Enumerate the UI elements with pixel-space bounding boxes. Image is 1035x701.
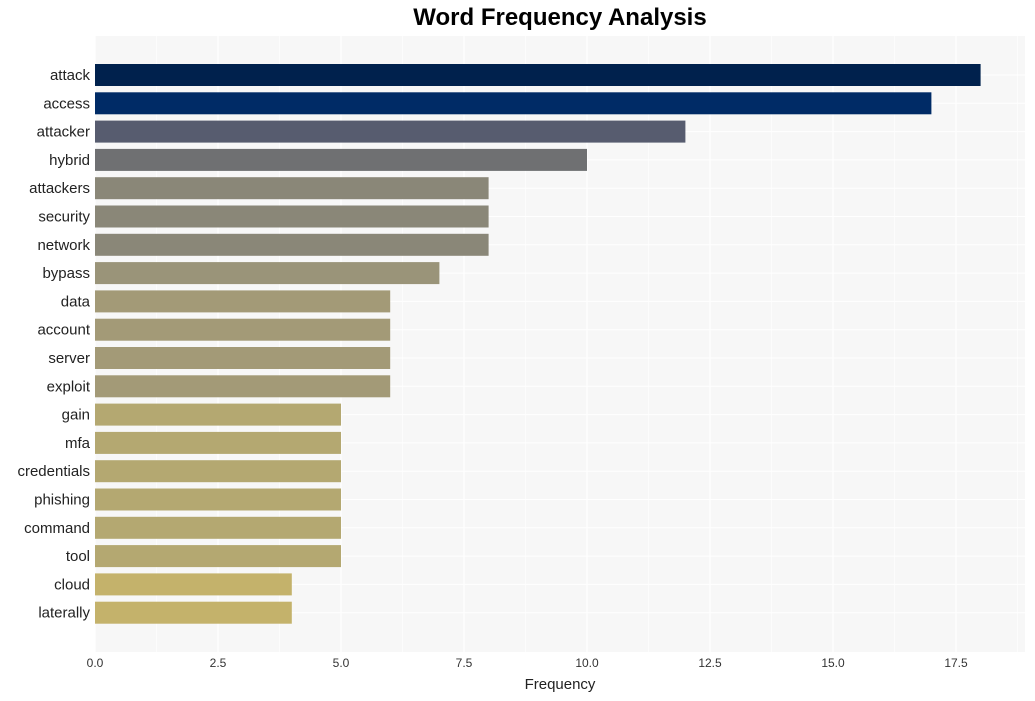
bar-phishing [95, 488, 341, 511]
category-label-account: account [37, 322, 90, 339]
bar-tool [95, 545, 341, 568]
category-label-gain: gain [62, 407, 90, 424]
category-labels: attack access attacker hybrid attackers secur… [17, 67, 90, 622]
bar-credentials [95, 460, 341, 483]
category-label-laterally: laterally [38, 605, 90, 622]
bar-network [95, 233, 489, 256]
bar-cloud [95, 573, 292, 596]
category-label-command: command [24, 520, 90, 537]
bar-server [95, 347, 391, 369]
bar-mfa [95, 431, 341, 454]
category-label-attackers: attackers [29, 180, 90, 197]
x-tick-label: 5.0 [333, 656, 350, 670]
bar-command [95, 516, 341, 539]
category-label-mfa: mfa [65, 435, 91, 452]
bar-security [95, 205, 489, 228]
category-label-hybrid: hybrid [49, 152, 90, 169]
bar-exploit [95, 375, 391, 398]
bar-bypass [95, 262, 440, 285]
bar-chart: attack access attacker hybrid attackers secur… [17, 36, 1025, 693]
bar-attack [95, 64, 981, 86]
category-label-cloud: cloud [54, 576, 90, 593]
bar-attackers [95, 177, 489, 200]
x-tick-label: 17.5 [944, 656, 968, 670]
x-tick-label: 15.0 [821, 656, 845, 670]
x-tick-label: 2.5 [210, 656, 227, 670]
bar-laterally [95, 601, 292, 624]
x-axis-title: Frequency [525, 676, 596, 693]
category-label-credentials: credentials [17, 463, 90, 480]
bar-gain [95, 403, 341, 426]
x-tick-label: 7.5 [456, 656, 473, 670]
bar-attacker [95, 120, 686, 143]
category-label-network: network [37, 237, 90, 254]
bar-access [95, 92, 932, 115]
category-label-security: security [38, 209, 90, 226]
bar-account [95, 318, 391, 341]
category-label-attack: attack [50, 67, 91, 84]
bar-hybrid [95, 148, 587, 171]
category-label-phishing: phishing [34, 492, 90, 509]
x-tick-labels: 0.0 2.5 5.0 7.5 10.0 12.5 15.0 17.5 [87, 656, 968, 670]
x-tick-label: 10.0 [575, 656, 599, 670]
category-label-data: data [61, 293, 91, 310]
bar-data [95, 290, 391, 313]
x-tick-label: 12.5 [698, 656, 722, 670]
x-tick-label: 0.0 [87, 656, 104, 670]
category-label-server: server [48, 350, 90, 367]
category-label-bypass: bypass [42, 265, 90, 282]
category-label-attacker: attacker [37, 124, 90, 141]
category-label-access: access [43, 95, 90, 112]
category-label-tool: tool [66, 548, 90, 565]
category-label-exploit: exploit [47, 378, 91, 395]
